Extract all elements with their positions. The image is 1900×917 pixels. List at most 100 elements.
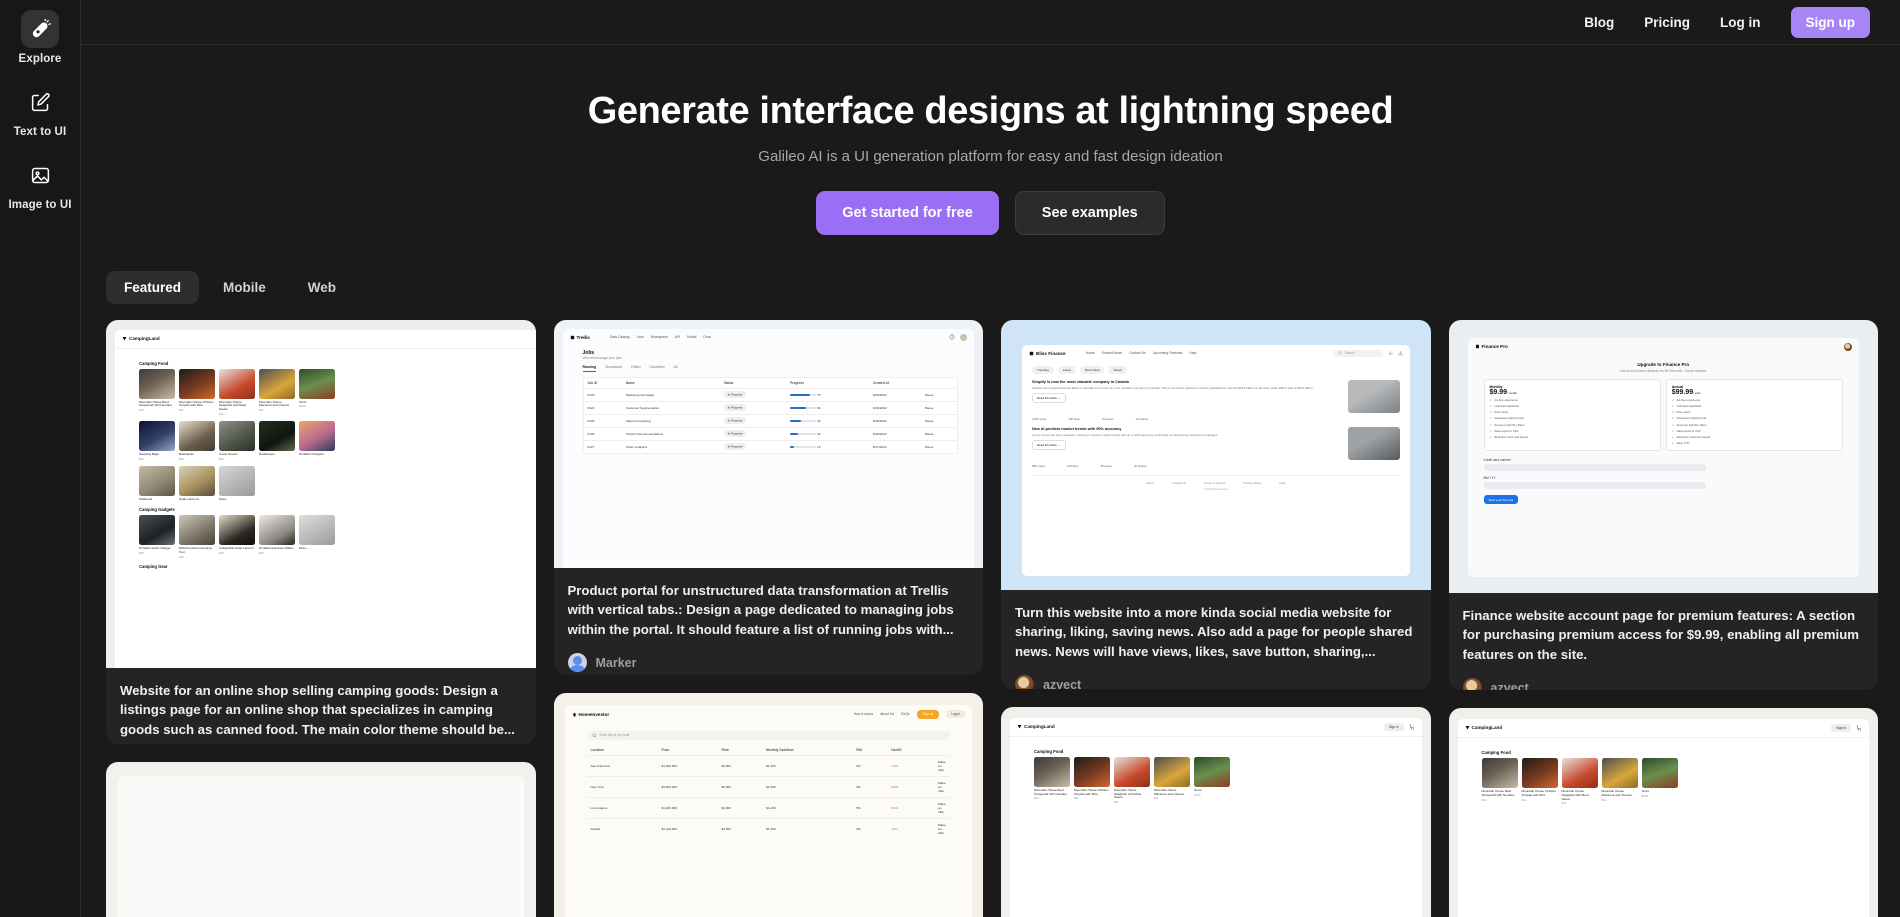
see-examples-button[interactable]: See examples (1014, 190, 1165, 235)
mock-nav-item[interactable]: Upcoming Features (1153, 351, 1183, 355)
mock-nav-item[interactable]: Contact Us (1129, 351, 1146, 355)
mock-tab[interactable]: Cancelled (649, 365, 664, 372)
mock-login-button[interactable]: Log in (946, 710, 965, 719)
nav-link-blog[interactable]: Blog (1584, 15, 1614, 30)
tab-featured[interactable]: Featured (106, 270, 200, 304)
design-card-partial[interactable] (106, 762, 536, 917)
column-header: Monthly Cashflow (766, 747, 794, 752)
mock-plan-monthly[interactable]: Monthly $9.99/ month ✓ Ad-free experience… (1483, 378, 1661, 452)
mock-signup-button[interactable]: Sign up (916, 709, 940, 719)
mock-footer-link[interactable]: Privacy Policy (1243, 481, 1261, 485)
card-body: Finance website account page for premium… (1449, 593, 1879, 690)
mock-product-price: $13 (1481, 797, 1487, 802)
mock-expiry-input[interactable] (1483, 482, 1707, 490)
nav-link-pricing[interactable]: Pricing (1644, 15, 1690, 30)
sidebar-item-label: Image to UI (8, 199, 72, 211)
design-thumbnail-camping-land-2: CampingLand Sign in Camping Food Mountai… (1001, 706, 1431, 917)
design-card[interactable]: HomeInvestor How it works About Us FAQs … (553, 692, 983, 917)
mock-nav-item[interactable]: FAQs (901, 712, 909, 716)
mock-tab[interactable]: Running (582, 365, 597, 372)
design-card[interactable]: Finance Pro Upgrade to Finance Pro Unloc… (1448, 319, 1879, 690)
author-name: azvect (1490, 680, 1529, 690)
card-author[interactable]: azvect (1015, 675, 1417, 689)
avatar (1844, 342, 1852, 351)
mock-nav-item[interactable]: About Us (880, 712, 894, 716)
mock-filter-chip[interactable]: Latest (1057, 365, 1076, 374)
sidebar-item-explore[interactable]: Explore (4, 10, 76, 65)
mock-nav-item[interactable]: Docs (703, 335, 711, 339)
mock-nav-item[interactable]: Model (687, 335, 696, 339)
mock-tab[interactable]: Failed (631, 365, 640, 372)
table-row: Los Angeles $1,200,000 $4,000 $1,200 5% 9101 M… (586, 796, 950, 819)
mock-plan-annual[interactable]: Annual $99.99/ year ✓ Ad-free experience … (1665, 378, 1843, 452)
design-card[interactable]: CampingLand Sign in Camping Food Mountai… (106, 319, 536, 745)
column-header: Created At (872, 380, 889, 385)
mock-product-price: $13 (139, 408, 144, 413)
card-caption: Product portal for unstructured data tra… (567, 582, 954, 637)
mock-nav-item[interactable]: How it works (854, 712, 873, 716)
mock-nav-item[interactable]: Jobs (637, 335, 644, 339)
mock-filter-chip[interactable]: Saved (1108, 365, 1127, 374)
mock-copyright: © 2024 Bliss Finance (1203, 487, 1229, 491)
mock-footer-link[interactable]: Help (1279, 481, 1285, 485)
sidebar-item-text-to-ui[interactable]: Text to UI (4, 83, 76, 138)
mock-nav-item[interactable]: Data Catalog (610, 335, 630, 339)
check-icon: ✓ (1489, 397, 1492, 402)
design-card[interactable]: Bliss Finance Home Shared News Contact U… (1001, 319, 1431, 689)
mock-article-body: Shopify has surpassed Royal Bank of Cana… (1032, 385, 1314, 390)
main-content: Blog Pricing Log in Sign up Generate int… (81, 0, 1900, 917)
gallery-column-2: Trellis Data Catalog Jobs Workspace API … (553, 319, 983, 917)
mock-search-input[interactable]: Search (1332, 349, 1383, 357)
mock-product-price: $35 (179, 554, 184, 559)
design-card[interactable]: Trellis Data Catalog Jobs Workspace API … (553, 319, 983, 675)
mock-tab[interactable]: All (674, 365, 678, 372)
design-card[interactable]: CampingLand Sign in Camping Food Mountai… (1448, 707, 1878, 917)
sidebar-item-label: Text to UI (13, 126, 67, 138)
mock-read-article-button[interactable]: Read full article → (1032, 439, 1066, 450)
mock-product-name: Mountain House Chicken Teriyaki with Ric… (1521, 788, 1557, 797)
mock-nav-item[interactable]: Help (1189, 351, 1196, 355)
nav-link-login[interactable]: Log in (1720, 15, 1761, 30)
tab-web[interactable]: Web (290, 271, 354, 304)
mock-product-name: Multi-Function Camping Tool (179, 545, 212, 554)
mock-filter-chip[interactable]: Most Liked (1079, 365, 1105, 374)
card-author[interactable]: Marker (567, 653, 970, 673)
mock-footer-link[interactable]: About (1146, 481, 1154, 485)
mock-product-price: $60 (259, 550, 264, 555)
sidebar-item-image-to-ui[interactable]: Image to UI (4, 156, 76, 211)
tab-mobile[interactable]: Mobile (205, 271, 284, 304)
share-icon (1398, 350, 1402, 355)
mock-read-article-button[interactable]: Read full article → (1032, 392, 1066, 403)
mock-brand: CampingLand (129, 336, 160, 342)
mock-footer-link[interactable]: Contact Us (1172, 481, 1186, 485)
table-row: #126 Product Recommendations In Progress 3… (583, 426, 957, 441)
table-row: San Francisco $1,000,000 $5,000 $1,000 5% 123… (586, 754, 950, 777)
mock-likes: 340 likes (1068, 416, 1080, 421)
mock-nav-item[interactable]: Workspace (651, 335, 668, 339)
mock-submit-button[interactable]: Start your free trial (1483, 495, 1519, 505)
mock-product-name: Mountain House Macaroni and Cheese (1601, 788, 1632, 797)
mock-product-price: $30 (219, 550, 224, 555)
mock-filter-chip[interactable]: Trending (1032, 365, 1054, 374)
mock-product-name: Portable Espresso Maker (259, 545, 294, 550)
mock-signin[interactable]: Sign in (1383, 722, 1404, 731)
mock-search-input[interactable]: Enter city or zip code (586, 730, 950, 740)
mock-card-input[interactable] (1483, 464, 1707, 472)
design-thumbnail-partial (106, 762, 536, 917)
mock-tab[interactable]: Succeeded (605, 365, 622, 372)
mock-product-price: $11 (1114, 800, 1119, 805)
get-started-button[interactable]: Get started for free (816, 190, 999, 235)
signup-button[interactable]: Sign up (1790, 6, 1870, 38)
mock-product-price: $11 (179, 408, 184, 413)
mock-nav-item[interactable]: Home (1086, 351, 1095, 355)
mock-nav-item[interactable]: API (675, 335, 680, 339)
mock-footer-link[interactable]: Terms of Service (1204, 481, 1226, 485)
card-author[interactable]: azvect (1462, 678, 1865, 690)
mock-signin[interactable]: Sign in (1831, 723, 1851, 732)
mock-nav-item[interactable]: Shared News (1102, 351, 1122, 355)
design-card[interactable]: CampingLand Sign in Camping Food Mountai… (1001, 706, 1431, 917)
table-row: #124 Customer Segmentation In Progress 60 8… (583, 400, 957, 415)
mock-brand: Finance Pro (1481, 344, 1508, 350)
mock-shares: 10 shares (1135, 416, 1149, 421)
mock-jobs-table: Job ID Name Status Progress Created At #… (583, 378, 957, 453)
